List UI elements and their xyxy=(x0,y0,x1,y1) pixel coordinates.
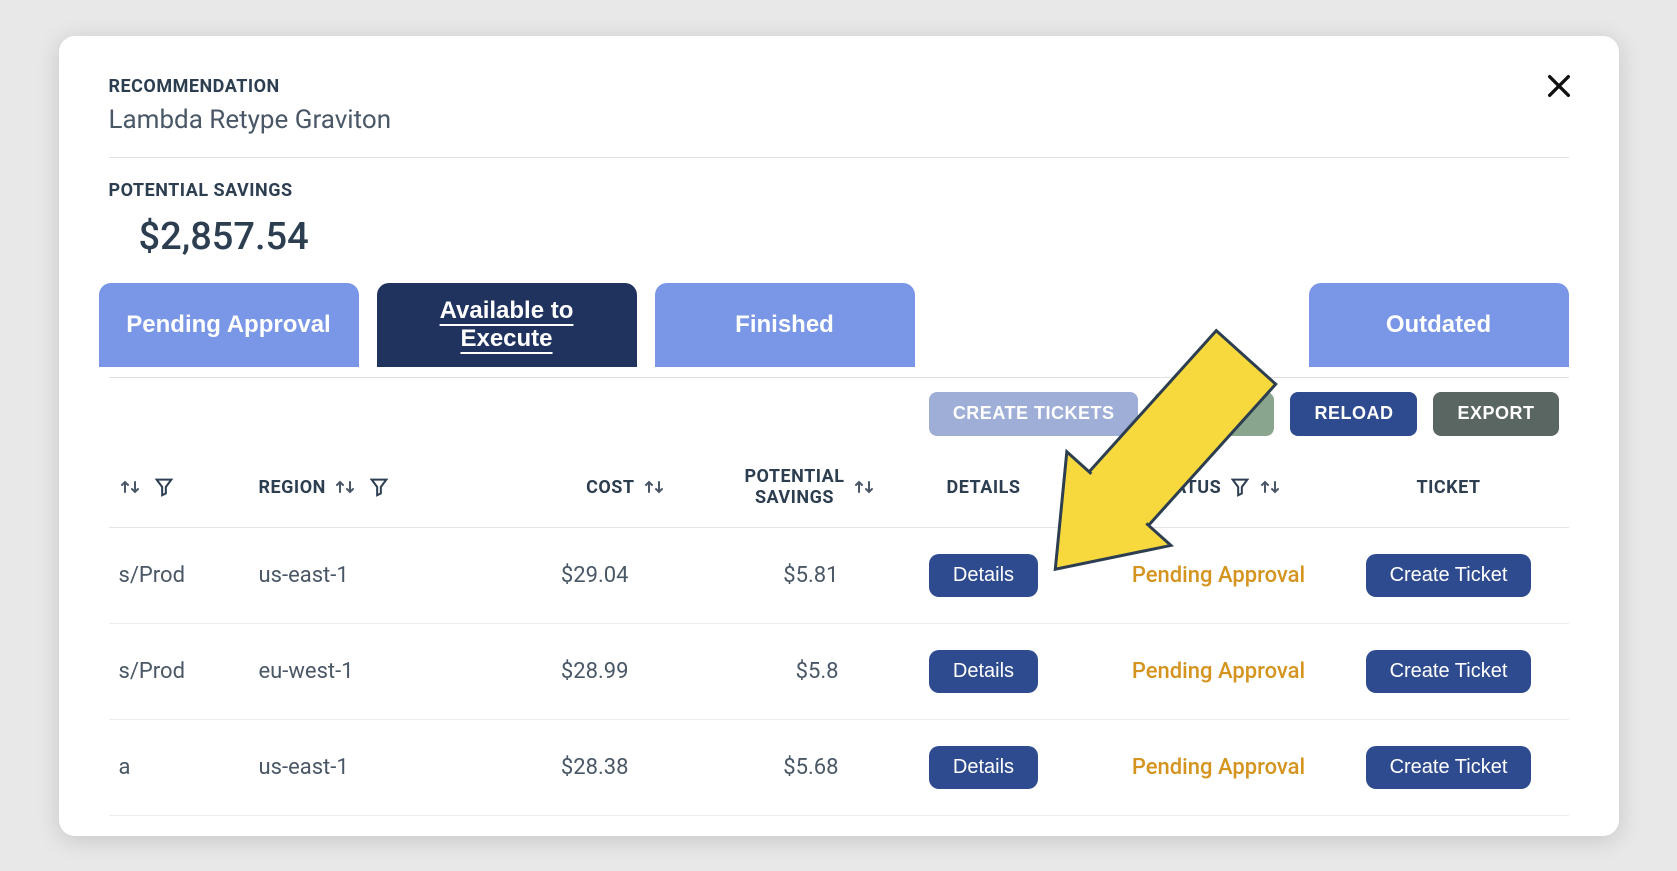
cell-savings: $5.68 xyxy=(669,755,879,780)
cell-name: s/Prod xyxy=(109,659,259,684)
filter-icon[interactable] xyxy=(368,476,390,498)
details-button[interactable]: Details xyxy=(929,554,1038,597)
recommendation-label: RECOMMENDATION xyxy=(109,76,1569,97)
cell-name: a xyxy=(109,755,259,780)
details-button[interactable]: Details xyxy=(929,650,1038,693)
divider xyxy=(109,157,1569,158)
col-region-label: REGION xyxy=(259,477,326,498)
tab-pending-approval[interactable]: Pending Approval xyxy=(99,283,359,367)
recommendation-modal: RECOMMENDATION Lambda Retype Graviton PO… xyxy=(59,36,1619,836)
cell-cost: $29.04 xyxy=(489,563,669,588)
tab-outdated[interactable]: Outdated xyxy=(1309,283,1569,367)
table-row: a us-east-1 $28.38 $5.68 Details Pending… xyxy=(109,720,1569,816)
create-ticket-button[interactable]: Create Ticket xyxy=(1366,746,1532,789)
cell-status: Pending Approval xyxy=(1089,755,1349,780)
filter-icon[interactable] xyxy=(153,476,175,498)
col-savings-label-2: SAVINGS xyxy=(744,487,844,509)
filter-icon[interactable] xyxy=(1229,476,1251,498)
cell-cost: $28.99 xyxy=(489,659,669,684)
sort-icon[interactable] xyxy=(643,477,669,497)
tab-finished[interactable]: Finished xyxy=(655,283,915,367)
action-buttons: CREATE TICKETS EXEC RELOAD EXPORT xyxy=(109,392,1569,436)
close-button[interactable] xyxy=(1539,66,1579,109)
cell-region: eu-west-1 xyxy=(259,659,489,684)
sort-icon[interactable] xyxy=(853,477,879,497)
table-row: s/Prod eu-west-1 $28.99 $5.8 Details Pen… xyxy=(109,624,1569,720)
sort-icon[interactable] xyxy=(1259,477,1285,497)
table-header: REGION COST POTENTIAL SAVINGS DETAILS ST… xyxy=(109,456,1569,528)
create-tickets-button[interactable]: CREATE TICKETS xyxy=(929,392,1139,436)
close-icon xyxy=(1543,70,1575,102)
cell-savings: $5.8 xyxy=(669,659,879,684)
cell-status: Pending Approval xyxy=(1089,563,1349,588)
recommendation-title: Lambda Retype Graviton xyxy=(109,105,1569,135)
savings-table: REGION COST POTENTIAL SAVINGS DETAILS ST… xyxy=(109,456,1569,816)
cell-name: s/Prod xyxy=(109,563,259,588)
col-details-label: DETAILS xyxy=(947,477,1021,498)
col-ticket-label: TICKET xyxy=(1416,477,1480,498)
savings-value: $2,857.54 xyxy=(139,215,1569,259)
savings-label: POTENTIAL SAVINGS xyxy=(109,180,1569,201)
tabs-row: Pending Approval Available to Execute Fi… xyxy=(99,283,1569,367)
sort-icon[interactable] xyxy=(119,477,145,497)
details-button[interactable]: Details xyxy=(929,746,1038,789)
cell-savings: $5.81 xyxy=(669,563,879,588)
create-ticket-button[interactable]: Create Ticket xyxy=(1366,554,1532,597)
cell-cost: $28.38 xyxy=(489,755,669,780)
sort-icon[interactable] xyxy=(334,477,360,497)
reload-button[interactable]: RELOAD xyxy=(1290,392,1417,436)
cell-status: Pending Approval xyxy=(1089,659,1349,684)
table-row: s/Prod us-east-1 $29.04 $5.81 Details Pe… xyxy=(109,528,1569,624)
cell-region: us-east-1 xyxy=(259,755,489,780)
divider xyxy=(109,377,1569,378)
col-cost-label: COST xyxy=(586,477,634,498)
export-button[interactable]: EXPORT xyxy=(1433,392,1558,436)
create-ticket-button[interactable]: Create Ticket xyxy=(1366,650,1532,693)
col-savings-label-1: POTENTIAL xyxy=(744,466,844,488)
col-status-label: STATUS xyxy=(1152,477,1221,498)
tab-available-to-execute[interactable]: Available to Execute xyxy=(377,283,637,367)
execute-button[interactable]: EXEC xyxy=(1154,392,1274,436)
cell-region: us-east-1 xyxy=(259,563,489,588)
